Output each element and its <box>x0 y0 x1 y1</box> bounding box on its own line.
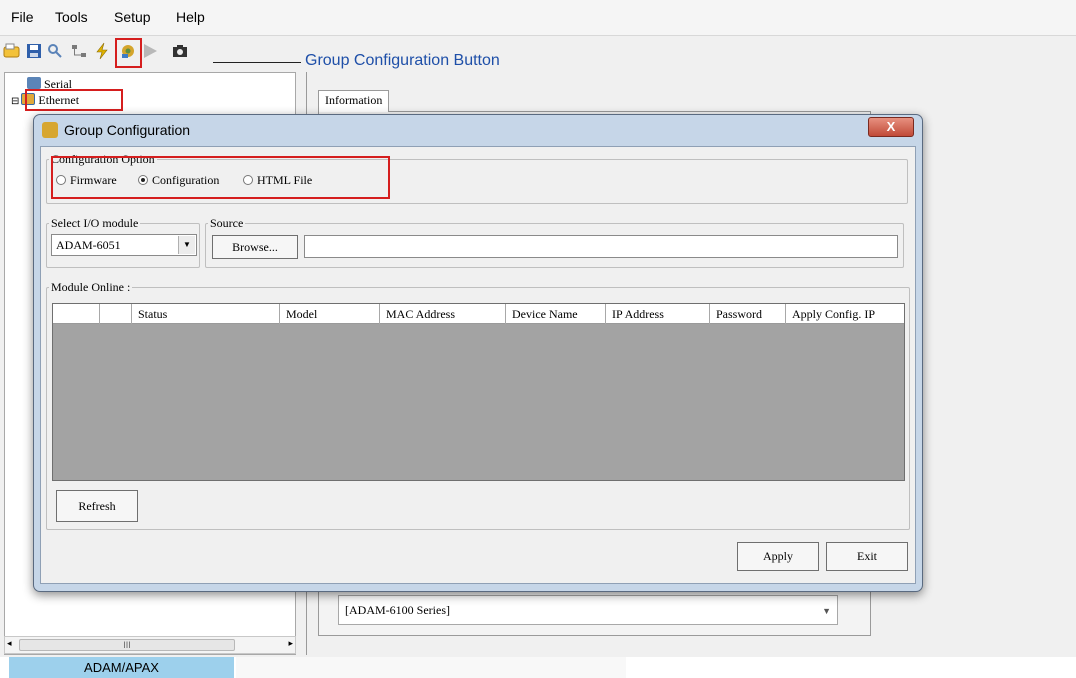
search-icon[interactable] <box>46 42 64 60</box>
horizontal-scrollbar[interactable]: ◂ III ▸ <box>4 636 296 654</box>
source-legend: Source <box>210 216 244 230</box>
column-apply-config-ip[interactable]: Apply Config. IP <box>785 304 903 324</box>
select-module-legend: Select I/O module <box>51 216 139 230</box>
exit-button[interactable]: Exit <box>826 542 908 571</box>
table-header: Status Model MAC Address Device Name IP … <box>53 304 904 324</box>
tab-information[interactable]: Information <box>318 90 390 112</box>
menu-file[interactable]: File <box>11 9 34 25</box>
group-config-highlight <box>115 38 142 68</box>
chevron-down-icon[interactable]: ▼ <box>178 236 195 254</box>
menu-tools[interactable]: Tools <box>55 9 88 25</box>
camera-icon[interactable] <box>171 42 189 60</box>
scroll-left-icon[interactable]: ◂ <box>7 638 12 649</box>
module-select-value: ADAM-6051 <box>56 238 121 252</box>
module-online-legend: Module Online : <box>51 280 131 294</box>
open-icon[interactable] <box>3 42 21 60</box>
annotation-label: Group Configuration Button <box>305 52 500 69</box>
refresh-button[interactable]: Refresh <box>56 490 138 522</box>
column-model[interactable]: Model <box>279 304 379 324</box>
module-online-table[interactable]: Status Model MAC Address Device Name IP … <box>52 303 905 481</box>
serial-icon <box>27 77 41 89</box>
menu-bar: File Tools Setup Help <box>0 0 1076 36</box>
collapse-icon[interactable]: ⊟ <box>11 96 19 107</box>
column-device-name[interactable]: Device Name <box>505 304 605 324</box>
browse-button[interactable]: Browse... <box>212 235 298 259</box>
annotation-pointer-line <box>213 62 301 63</box>
status-label: ADAM/APAX <box>9 657 234 678</box>
network-icon[interactable] <box>70 42 88 60</box>
save-icon[interactable] <box>25 42 43 60</box>
module-select[interactable]: ADAM-6051 ▼ <box>51 234 197 256</box>
dialog-title: Group Configuration <box>42 122 190 138</box>
chevron-down-icon[interactable]: ▼ <box>822 606 831 616</box>
series-select[interactable]: [ADAM-6100 Series] ▼ <box>338 595 838 625</box>
ethernet-highlight <box>25 89 123 111</box>
flash-icon[interactable] <box>93 42 111 60</box>
source-path-input[interactable] <box>304 235 898 258</box>
scrollbar-thumb[interactable]: III <box>19 639 235 651</box>
group-config-icon <box>42 122 58 138</box>
apply-button[interactable]: Apply <box>737 542 819 571</box>
column-mac-address[interactable]: MAC Address <box>379 304 505 324</box>
scroll-right-icon[interactable]: ▸ <box>288 638 293 649</box>
column-ip-address[interactable]: IP Address <box>605 304 709 324</box>
menu-help[interactable]: Help <box>176 9 205 25</box>
column-status[interactable]: Status <box>131 304 279 324</box>
dialog-title-text: Group Configuration <box>64 122 191 138</box>
close-button[interactable]: X <box>868 117 914 137</box>
column-password[interactable]: Password <box>709 304 785 324</box>
table-header-blank <box>99 304 131 324</box>
status-bar: ADAM/APAX <box>0 657 1076 678</box>
series-select-value: [ADAM-6100 Series] <box>345 603 450 617</box>
play-icon[interactable] <box>141 42 159 60</box>
status-cell-empty <box>236 657 626 678</box>
menu-setup[interactable]: Setup <box>114 9 151 25</box>
config-option-highlight <box>51 156 390 199</box>
toolbar <box>0 38 300 70</box>
